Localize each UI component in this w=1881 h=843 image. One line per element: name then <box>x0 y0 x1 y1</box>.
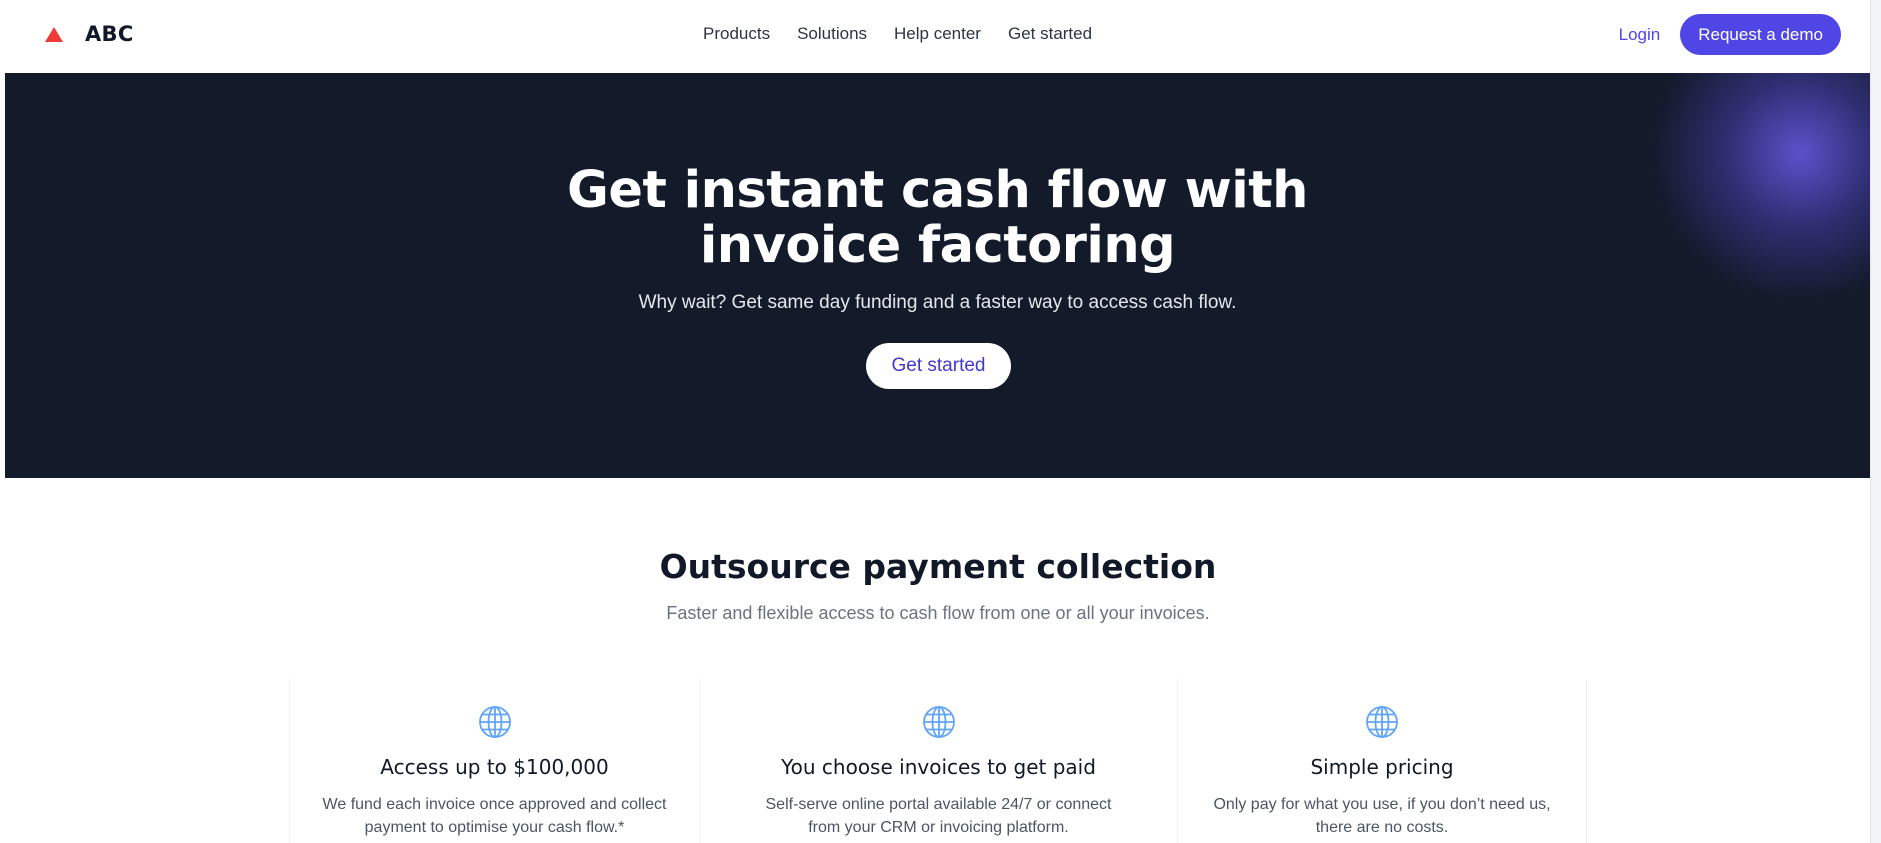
nav-link-help-center[interactable]: Help center <box>894 24 981 44</box>
main-nav: Products Solutions Help center Get start… <box>703 24 1092 44</box>
hero-get-started-button[interactable]: Get started <box>866 343 1011 389</box>
brand-home-link[interactable]: ABC <box>45 22 134 46</box>
request-demo-button[interactable]: Request a demo <box>1680 14 1841 55</box>
feature-description: Self-serve online portal available 24/7 … <box>765 796 1112 836</box>
features-title: Outsource payment collection <box>659 547 1217 586</box>
feature-title: Access up to $100,000 <box>380 755 609 779</box>
hero-title: Get instant cash flow with invoice facto… <box>567 161 1308 275</box>
feature-card: You choose invoices to get paid Self-ser… <box>699 679 1177 843</box>
features-subtitle: Faster and flexible access to cash flow … <box>666 603 1210 623</box>
hero-section: Get instant cash flow with invoice facto… <box>5 73 1870 478</box>
hero-subtitle: Why wait? Get same day funding and a fas… <box>638 292 1237 313</box>
globe-icon <box>922 706 955 738</box>
globe-icon <box>1366 706 1398 738</box>
nav-link-get-started[interactable]: Get started <box>1008 24 1092 44</box>
feature-card: Access up to $100,000 We fund each invoi… <box>289 679 699 843</box>
features-grid: Access up to $100,000 We fund each invoi… <box>289 679 1587 843</box>
globe-icon <box>478 706 511 738</box>
login-link[interactable]: Login <box>1619 25 1661 45</box>
nav-link-products[interactable]: Products <box>703 24 770 44</box>
feature-title: You choose invoices to get paid <box>781 755 1096 779</box>
feature-description: Only pay for what you use, if you don’t … <box>1213 796 1551 836</box>
nav-link-solutions[interactable]: Solutions <box>797 24 867 44</box>
feature-card: Simple pricing Only pay for what you use… <box>1177 679 1587 843</box>
red-triangle-icon <box>45 26 63 42</box>
nav-actions: Login Request a demo <box>1619 14 1841 55</box>
hero-glow-decoration <box>1650 73 1870 303</box>
feature-description: We fund each invoice once approved and c… <box>322 796 667 836</box>
brand-name: ABC <box>85 22 134 46</box>
page: ABC Products Solutions Help center Get s… <box>0 0 1881 843</box>
feature-title: Simple pricing <box>1310 755 1454 779</box>
scrollbar-track[interactable] <box>1870 0 1881 843</box>
navbar: ABC Products Solutions Help center Get s… <box>5 0 1870 73</box>
